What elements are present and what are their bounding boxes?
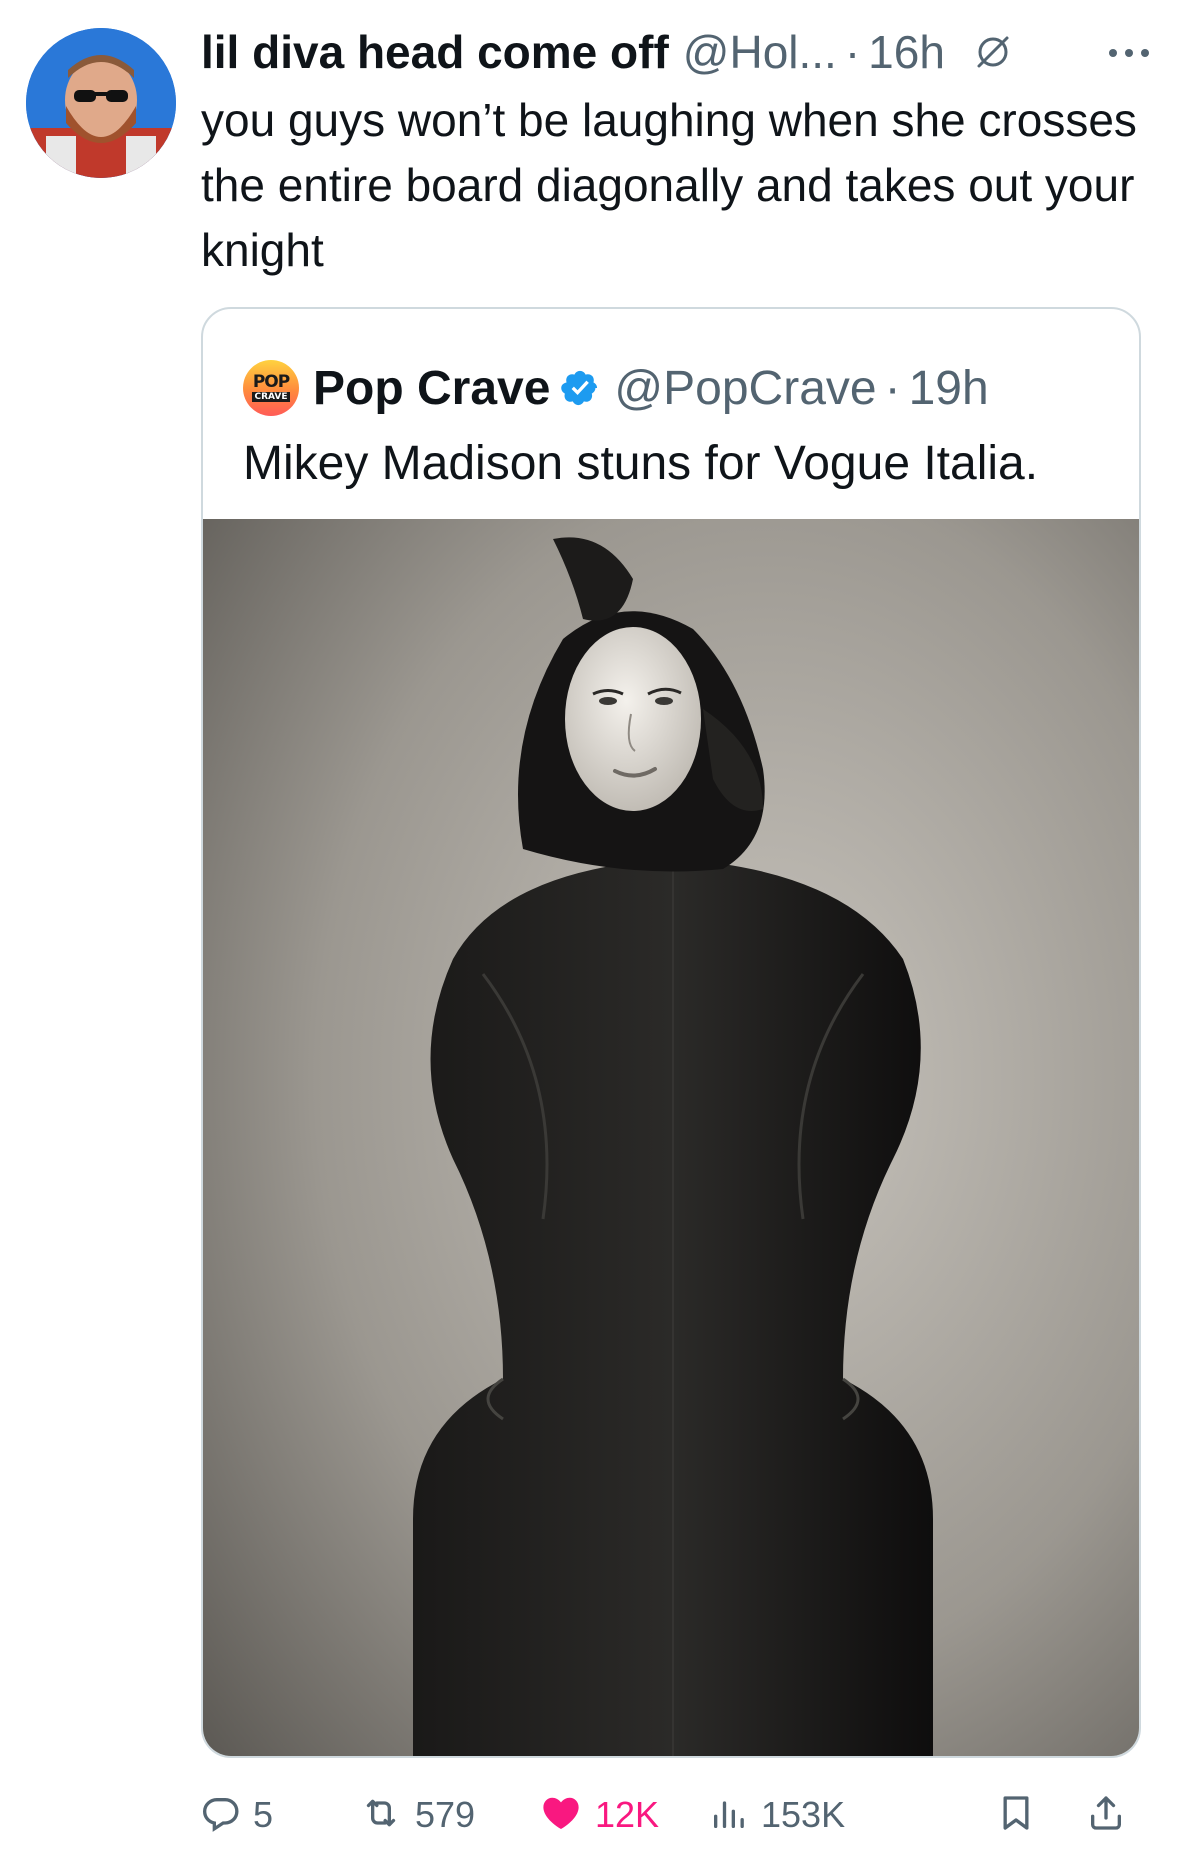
pop-crave-logo[interactable]: POP CRAVE: [243, 360, 299, 416]
author-handle[interactable]: @Hol...: [683, 25, 837, 79]
reply-icon: [201, 1793, 241, 1838]
quoted-author-handle[interactable]: @PopCrave: [614, 361, 876, 416]
bookmark-button[interactable]: [996, 1780, 1036, 1850]
quoted-tweet-photo[interactable]: [203, 519, 1139, 1756]
quoted-tweet-text: Mikey Madison stuns for Vogue Italia.: [243, 437, 1039, 490]
separator-dot: ·: [884, 361, 901, 415]
repost-button[interactable]: 579: [359, 1780, 475, 1850]
more-icon[interactable]: [1107, 38, 1151, 68]
tweet-header: lil diva head come off @Hol... · 16h: [201, 22, 1151, 82]
repost-icon: [359, 1793, 403, 1838]
verified-badge-icon: [560, 368, 600, 408]
share-button[interactable]: [1086, 1780, 1126, 1850]
quoted-tweet-time[interactable]: 19h: [909, 361, 989, 416]
share-icon: [1086, 1791, 1126, 1840]
repost-count: 579: [415, 1794, 476, 1835]
author-avatar[interactable]: [26, 28, 176, 178]
tweet-time[interactable]: 16h: [868, 25, 945, 79]
views-icon: [709, 1793, 749, 1838]
like-button[interactable]: 12K: [539, 1780, 659, 1850]
view-count: 153K: [761, 1794, 846, 1835]
quoted-author-name[interactable]: Pop Crave: [313, 361, 550, 416]
tweet-text: you guys won’t be laughing when she cros…: [201, 94, 1137, 276]
separator-dot: ·: [844, 26, 861, 78]
quoted-tweet-header: POP CRAVE Pop Crave @PopCrave · 19h: [243, 353, 989, 423]
like-count: 12K: [595, 1794, 660, 1835]
views-button[interactable]: 153K: [709, 1780, 845, 1850]
quoted-tweet[interactable]: POP CRAVE Pop Crave @PopCrave · 19h Mike…: [201, 307, 1141, 1758]
reply-button[interactable]: 5: [201, 1780, 273, 1850]
like-icon: [539, 1793, 583, 1838]
reply-count: 5: [253, 1794, 274, 1835]
eye-slash-icon: [973, 32, 1013, 72]
tweet-action-bar: 5 579 12K 153K: [201, 1780, 1151, 1850]
bookmark-icon: [996, 1791, 1036, 1840]
author-name[interactable]: lil diva head come off: [201, 25, 669, 79]
